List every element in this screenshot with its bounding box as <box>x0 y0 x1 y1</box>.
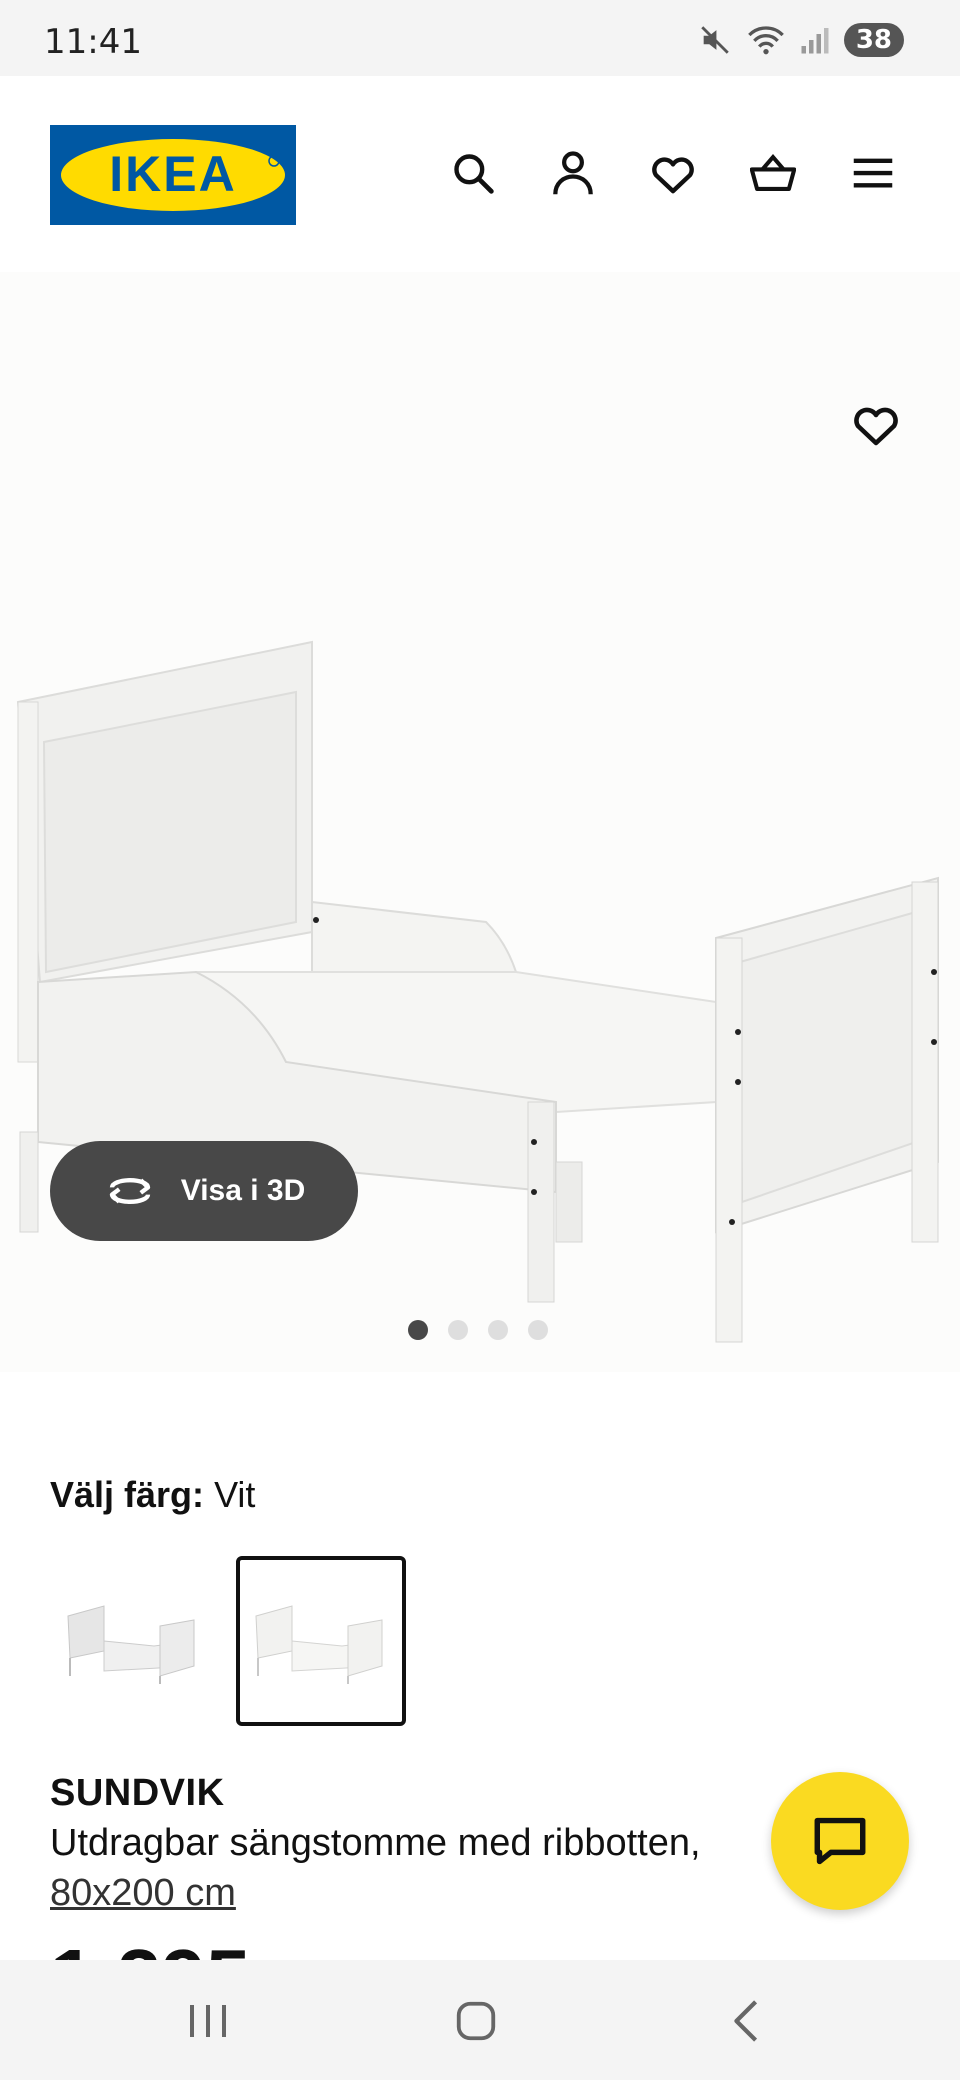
wifi-icon <box>747 26 784 55</box>
basket-icon[interactable] <box>750 148 796 198</box>
back-icon[interactable] <box>716 1996 776 2046</box>
product-description: Utdragbar sängstomme med ribbotten, <box>50 1822 701 1864</box>
color-picker-label: Välj färg: Vit <box>50 1474 255 1516</box>
product-image <box>16 640 939 1343</box>
menu-icon[interactable] <box>850 148 896 198</box>
site-header: IKEA <box>0 76 960 272</box>
product-gallery[interactable]: Visa i 3D <box>0 272 960 1372</box>
color-option-1[interactable] <box>50 1556 220 1726</box>
view-in-3d-label: Visa i 3D <box>180 1174 306 1207</box>
home-icon[interactable] <box>446 1996 506 2046</box>
product-price: 1 295 <box>50 1938 250 1960</box>
header-icon-group <box>450 148 896 198</box>
add-to-favourites-heart-icon[interactable] <box>852 402 902 452</box>
chat-icon <box>814 1817 866 1865</box>
color-picker-value: Vit <box>214 1474 256 1515</box>
gallery-dot-2[interactable] <box>448 1320 468 1340</box>
status-time: 11:41 <box>44 22 142 62</box>
gallery-dot-1[interactable] <box>408 1320 428 1340</box>
color-option-2-selected[interactable] <box>236 1556 406 1726</box>
gallery-pagination <box>408 1320 548 1340</box>
account-icon[interactable] <box>550 148 596 198</box>
color-picker-title: Välj färg: <box>50 1474 205 1515</box>
status-icons: 38 <box>698 20 904 60</box>
system-nav-bar <box>0 1960 960 2080</box>
svg-text:IKEA: IKEA <box>109 146 236 202</box>
mute-icon <box>701 26 729 54</box>
rotate-3d-icon <box>109 1178 150 1204</box>
battery-indicator: 38 <box>843 23 904 57</box>
signal-icon <box>801 28 829 54</box>
search-icon[interactable] <box>450 148 496 198</box>
ikea-logo[interactable]: IKEA <box>50 125 296 225</box>
status-bar: 11:41 38 <box>0 0 960 76</box>
product-name: SUNDVIK <box>50 1772 225 1814</box>
view-in-3d-button[interactable]: Visa i 3D <box>50 1141 358 1241</box>
heart-icon[interactable] <box>650 148 696 198</box>
gallery-dot-4[interactable] <box>528 1320 548 1340</box>
gallery-dot-3[interactable] <box>488 1320 508 1340</box>
product-size-link[interactable]: 80x200 cm <box>50 1872 236 1915</box>
recents-icon[interactable] <box>178 1996 238 2046</box>
chat-button[interactable] <box>771 1772 909 1910</box>
